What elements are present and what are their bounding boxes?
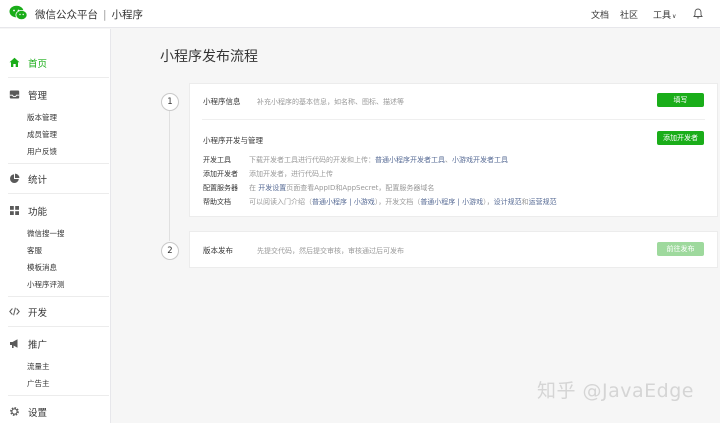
add-developer-key: 添加开发者 (203, 170, 238, 178)
sidebar-divider (8, 193, 109, 194)
help-docs-and: 和 (521, 198, 529, 206)
product-name: 小程序 (111, 9, 144, 21)
help-docs-mid: ），开发文档（ (374, 198, 421, 206)
version-release-title: 版本发布 (203, 246, 233, 255)
sidebar-group-promo-label: 推广 (28, 340, 48, 351)
sidebar-divider (8, 395, 109, 396)
miniprogram-info-desc: 补充小程序的基本信息，如名称、图标、描述等 (257, 98, 404, 106)
sidebar-item-dev-label: 开发 (28, 308, 48, 319)
bell-icon[interactable] (693, 8, 703, 19)
nav-tools[interactable]: 工具∨ (653, 8, 676, 21)
wechat-logo-icon[interactable] (9, 5, 28, 21)
go-release-button[interactable]: 前往发布 (657, 242, 704, 256)
sidebar-item-user-feedback[interactable]: 用户反馈 (27, 146, 57, 157)
sidebar-item-version-manage[interactable]: 版本管理 (27, 112, 57, 123)
sidebar-item-home-label: 首页 (28, 59, 48, 70)
sidebar-group-manage-label: 管理 (28, 91, 48, 102)
page-title: 小程序发布流程 (160, 49, 258, 65)
inbox-icon (9, 90, 20, 99)
sidebar-divider (8, 163, 109, 164)
design-spec-link[interactable]: 设计规范 (494, 198, 522, 206)
card-divider (202, 119, 705, 120)
dev-tools-value: 下载开发者工具进行代码的开发和上传：普通小程序开发者工具、小游戏开发者工具 (249, 155, 508, 165)
sidebar-divider (8, 77, 109, 78)
dev-docs-link[interactable]: 普通小程序 | 小游戏 (420, 198, 483, 206)
help-docs-pre: 可以阅读入门介绍（ (249, 198, 312, 206)
chevron-down-icon: ∨ (672, 13, 677, 20)
sidebar: 首页 管理 版本管理 成员管理 用户反馈 统计 功能 微信搜一搜 客服 模板消息… (0, 29, 111, 423)
code-icon (9, 307, 20, 316)
sidebar-item-template-message[interactable]: 模板消息 (27, 262, 57, 273)
nav-community[interactable]: 社区 (620, 8, 638, 21)
sidebar-item-member-manage[interactable]: 成员管理 (27, 129, 57, 140)
sidebar-divider (8, 296, 109, 297)
ops-spec-link[interactable]: 运营规范 (529, 198, 557, 206)
sidebar-item-settings-label: 设置 (28, 408, 48, 419)
nav-tools-label: 工具 (653, 11, 672, 21)
megaphone-icon (10, 339, 18, 348)
brand[interactable]: 微信公众平台 | 小程序 (35, 7, 143, 22)
dev-tools-text: 下载开发者工具进行代码的开发和上传： (249, 156, 375, 164)
brand-title: 微信公众平台 (35, 9, 98, 21)
sidebar-divider (8, 326, 109, 327)
grid-icon (10, 206, 19, 215)
watermark: 知乎 @JavaEdge (537, 380, 694, 402)
step-number-2: 2 (161, 242, 179, 260)
fill-info-button[interactable]: 填写 (657, 93, 704, 107)
help-docs-key: 帮助文档 (203, 198, 231, 206)
top-bar: 微信公众平台 | 小程序 文档 社区 工具∨ (0, 0, 720, 28)
sidebar-group-features-label: 功能 (28, 207, 48, 218)
step-connector (169, 111, 170, 241)
miniprogram-info-title: 小程序信息 (203, 97, 241, 106)
sidebar-item-wechat-search[interactable]: 微信搜一搜 (27, 228, 65, 239)
step-number-1: 1 (161, 93, 179, 111)
dev-tools-key: 开发工具 (203, 156, 231, 164)
brand-separator: | (103, 9, 107, 21)
download-minigame-devtools-link[interactable]: 小游戏开发者工具 (452, 156, 508, 164)
help-docs-mid2: ）， (483, 198, 494, 206)
sidebar-item-stats-label: 统计 (28, 175, 48, 186)
gear-icon (10, 407, 19, 416)
sidebar-item-traffic-owner[interactable]: 流量主 (27, 361, 50, 372)
nav-docs[interactable]: 文档 (591, 8, 609, 21)
separator-text: 、 (445, 156, 452, 164)
help-docs-value: 可以阅读入门介绍（普通小程序 | 小游戏），开发文档（普通小程序 | 小游戏），… (249, 197, 557, 207)
server-config-pre: 在 (249, 184, 259, 192)
server-config-key: 配置服务器 (203, 184, 238, 192)
download-miniprogram-devtools-link[interactable]: 普通小程序开发者工具 (375, 156, 445, 164)
add-developer-value: 添加开发者，进行代码上传 (249, 170, 333, 178)
sidebar-item-miniprogram-review[interactable]: 小程序评测 (27, 279, 65, 290)
dev-settings-link[interactable]: 开发设置 (258, 184, 286, 192)
server-config-value: 在 开发设置页面查看AppID和AppSecret，配置服务器域名 (249, 183, 434, 193)
sidebar-item-advertiser[interactable]: 广告主 (27, 378, 50, 389)
dev-manage-title: 小程序开发与管理 (203, 136, 263, 145)
add-developer-button[interactable]: 添加开发者 (657, 131, 704, 145)
home-icon (9, 57, 20, 67)
server-config-post: 页面查看AppID和AppSecret，配置服务器域名 (286, 184, 435, 192)
version-release-desc: 先提交代码，然后提交审核，审核通过后可发布 (257, 247, 404, 255)
sidebar-item-customer-service[interactable]: 客服 (27, 245, 42, 256)
intro-link[interactable]: 普通小程序 | 小游戏 (312, 198, 375, 206)
pie-chart-icon (10, 173, 20, 183)
